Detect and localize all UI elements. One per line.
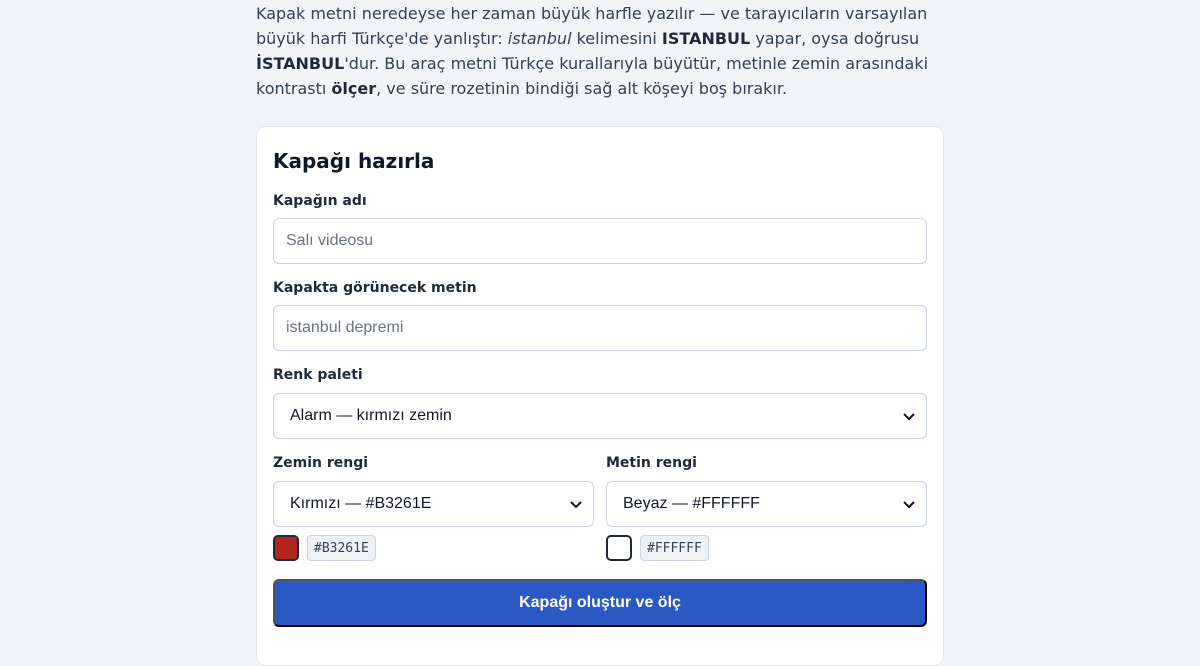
bg-color-select[interactable]: Kırmızı — #B3261E [273,481,594,527]
bg-color-swatch [273,535,299,561]
fg-hex-code: #FFFFFF [640,535,709,561]
bg-color-label: Zemin rengi [273,455,369,471]
fg-color-swatch [606,535,632,561]
cover-text-input[interactable] [273,305,927,351]
page-content: Kapak metni neredeyse her zaman büyük ha… [256,0,944,666]
bg-color-select-value: Kırmızı — #B3261E [290,495,432,512]
cover-form-card: Kapağı hazırla Kapağın adı Kapakta görün… [256,126,944,666]
palette-label: Renk paleti [273,367,363,383]
intro-paragraph: Kapak metni neredeyse her zaman büyük ha… [256,4,929,98]
chevron-down-icon [570,501,582,509]
create-and-measure-button[interactable]: Kapağı oluştur ve ölç [273,579,927,627]
chevron-down-icon [903,413,915,421]
cover-name-input[interactable] [273,218,927,264]
chevron-down-icon [903,501,915,509]
bg-hex-code: #B3261E [307,535,376,561]
cover-text-label: Kapakta görünecek metin [273,280,477,296]
fg-color-select-value: Beyaz — #FFFFFF [623,495,760,512]
form-title: Kapağı hazırla [273,149,435,173]
palette-select[interactable]: Alarm — kırmızı zemin [273,393,927,439]
cover-name-label: Kapağın adı [273,193,367,209]
fg-color-label: Metin rengi [606,455,697,471]
palette-select-value: Alarm — kırmızı zemin [290,407,452,424]
fg-color-select[interactable]: Beyaz — #FFFFFF [606,481,927,527]
